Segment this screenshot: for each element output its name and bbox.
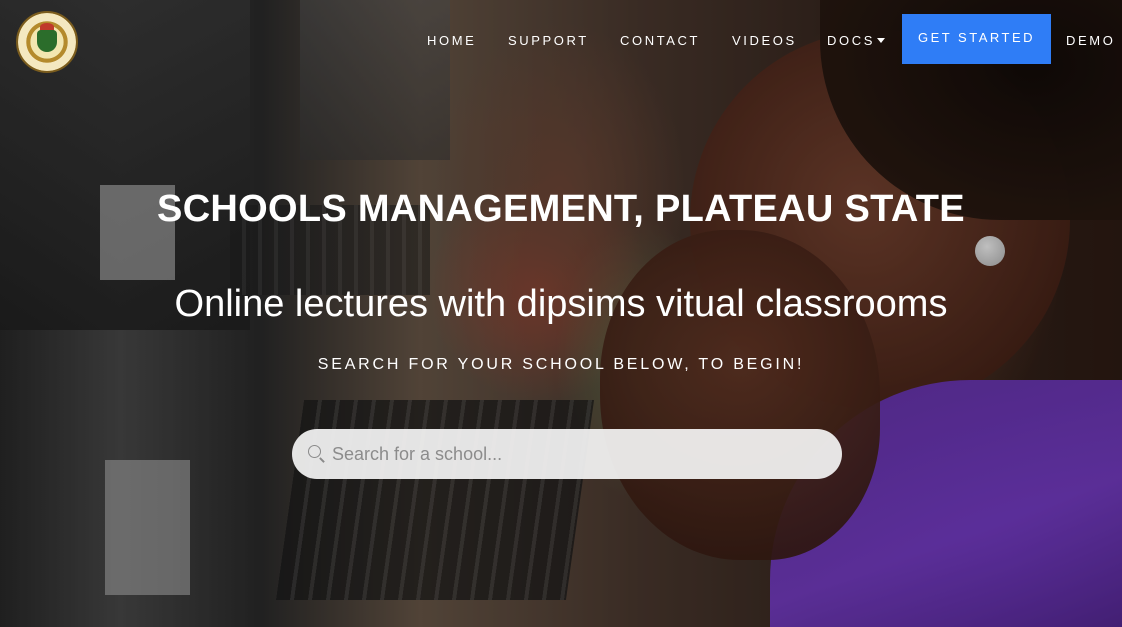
nav-contact-link[interactable]: CONTACT bbox=[620, 33, 700, 48]
caret-down-icon bbox=[876, 37, 885, 43]
nav-docs-dropdown[interactable]: DOCS bbox=[827, 33, 885, 48]
school-search-bar[interactable] bbox=[292, 429, 842, 479]
state-seal-logo[interactable] bbox=[16, 11, 78, 73]
hero-section: HOME SUPPORT CONTACT VIDEOS DOCS GET STA… bbox=[0, 0, 1122, 627]
nav-docs-label: DOCS bbox=[827, 33, 875, 48]
nav-demo-link[interactable]: DEMO bbox=[1066, 33, 1115, 48]
search-icon bbox=[308, 445, 326, 463]
page-title: SCHOOLS MANAGEMENT, PLATEAU STATE bbox=[157, 188, 965, 230]
get-started-button[interactable]: GET STARTED bbox=[902, 14, 1051, 64]
nav-home-link[interactable]: HOME bbox=[427, 33, 476, 48]
nav-videos-link[interactable]: VIDEOS bbox=[732, 33, 797, 48]
search-tagline: SEARCH FOR YOUR SCHOOL BELOW, TO BEGIN! bbox=[317, 356, 805, 373]
crest-icon bbox=[37, 30, 57, 52]
page-subtitle: Online lectures with dipsims vitual clas… bbox=[174, 283, 948, 325]
nav-support-link[interactable]: SUPPORT bbox=[508, 33, 589, 48]
school-search-input[interactable] bbox=[332, 429, 842, 479]
